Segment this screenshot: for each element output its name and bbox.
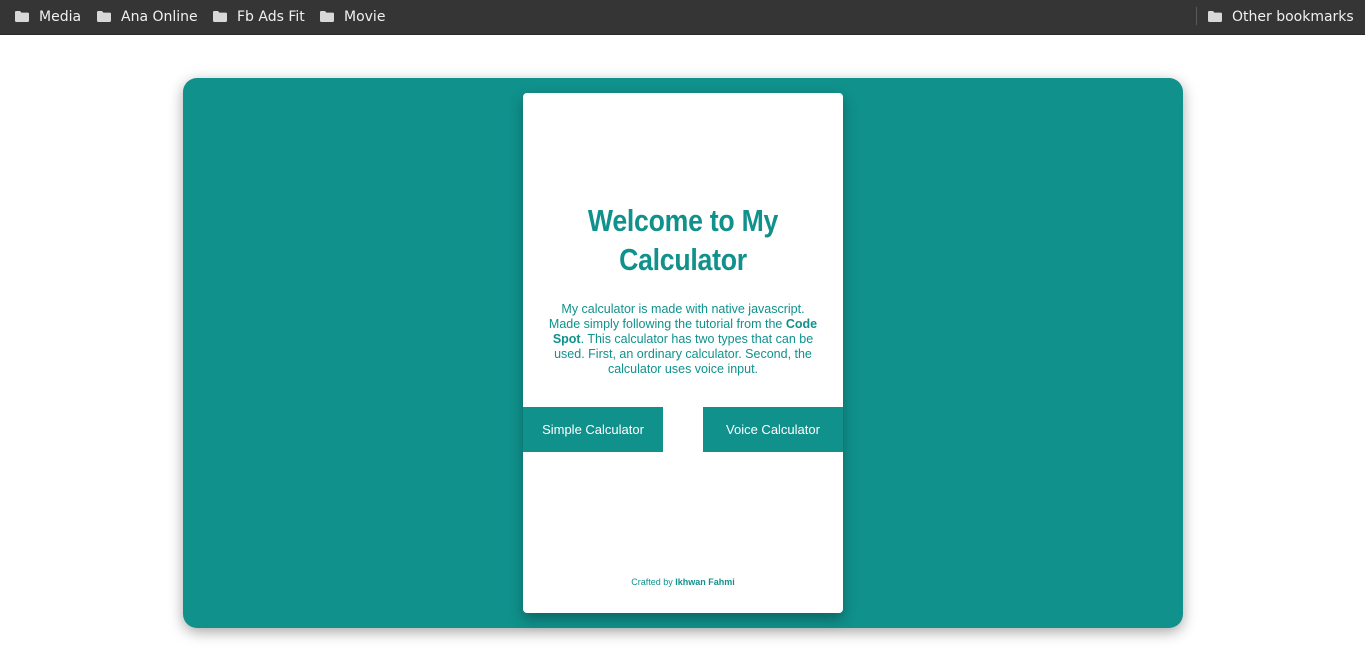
- folder-icon: [320, 11, 334, 22]
- bookmark-fb-ads-fit[interactable]: Fb Ads Fit: [213, 0, 305, 33]
- credit-prefix: Crafted by: [631, 577, 676, 587]
- credit-author: Ikhwan Fahmi: [675, 577, 735, 587]
- bookmark-ana-online[interactable]: Ana Online: [97, 0, 198, 33]
- bookmarks-bar: Media Ana Online Fb Ads Fit Movie Other …: [0, 0, 1365, 35]
- bookmarks-separator: [1196, 7, 1197, 25]
- description: My calculator is made with native javasc…: [547, 302, 819, 377]
- bookmark-media[interactable]: Media: [15, 0, 81, 33]
- bookmark-label: Movie: [344, 8, 386, 25]
- simple-calculator-button[interactable]: Simple Calculator: [523, 407, 663, 452]
- description-text: My calculator is made with native javasc…: [548, 302, 805, 331]
- welcome-card: Welcome to My Calculator My calculator i…: [523, 93, 843, 613]
- credit: Crafted by Ikhwan Fahmi: [523, 577, 843, 587]
- bookmark-movie[interactable]: Movie: [320, 0, 385, 33]
- description-text: . This calculator has two types that can…: [554, 332, 814, 376]
- bookmark-label: Ana Online: [121, 8, 198, 25]
- folder-icon: [1208, 11, 1222, 22]
- bookmark-label: Media: [39, 8, 82, 25]
- main-panel: Welcome to My Calculator My calculator i…: [183, 78, 1183, 628]
- folder-icon: [97, 11, 111, 22]
- other-bookmarks-label: Other bookmarks: [1232, 8, 1354, 25]
- page-title: Welcome to My Calculator: [587, 203, 779, 277]
- other-bookmarks[interactable]: Other bookmarks: [1208, 0, 1354, 33]
- voice-calculator-button[interactable]: Voice Calculator: [703, 407, 843, 452]
- folder-icon: [15, 11, 29, 22]
- bookmark-label: Fb Ads Fit: [237, 8, 305, 25]
- folder-icon: [213, 11, 227, 22]
